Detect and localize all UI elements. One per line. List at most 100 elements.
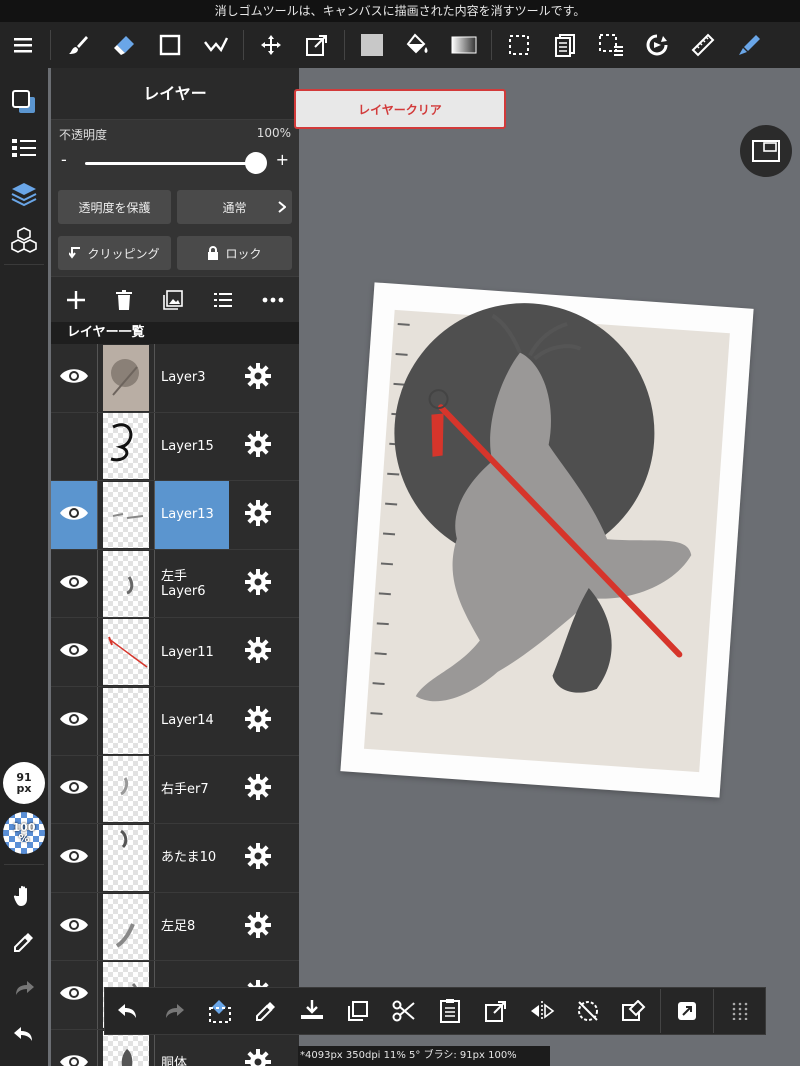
navigator-button[interactable] <box>740 125 792 177</box>
select-icon[interactable] <box>496 22 542 68</box>
visibility-toggle[interactable] <box>51 756 97 824</box>
layer-name[interactable]: 右手er7 <box>155 756 229 824</box>
materials-icon[interactable] <box>0 218 48 262</box>
delete-layer-icon[interactable] <box>115 289 133 310</box>
visibility-toggle[interactable] <box>51 481 97 549</box>
opacity-slider-knob[interactable] <box>245 152 267 174</box>
undo-icon[interactable] <box>105 988 151 1034</box>
layer-row[interactable]: Layer11 <box>51 618 299 687</box>
layer-name[interactable]: Layer14 <box>155 687 229 755</box>
layer-row[interactable]: Layer15 <box>51 412 299 482</box>
visibility-toggle[interactable] <box>51 618 97 686</box>
grid-menu-icon[interactable] <box>717 988 763 1034</box>
layer-name[interactable]: Layer15 <box>155 413 229 481</box>
eyedropper-icon[interactable] <box>243 988 289 1034</box>
layer-thumbnail-cell[interactable] <box>97 412 155 481</box>
add-layer-icon[interactable] <box>66 290 86 310</box>
visibility-toggle[interactable] <box>51 1030 97 1066</box>
layer-clear-button[interactable]: レイヤークリア <box>294 89 506 129</box>
layer-name[interactable]: Layer3 <box>155 344 229 412</box>
layer-thumbnail-cell[interactable] <box>97 481 155 549</box>
rotate-icon[interactable] <box>634 22 680 68</box>
visibility-toggle[interactable] <box>51 687 97 755</box>
undo-icon[interactable] <box>0 1012 48 1056</box>
flip-horizontal-icon[interactable] <box>519 988 565 1034</box>
layer-thumbnail-cell[interactable] <box>97 618 155 686</box>
transform-icon[interactable] <box>294 22 340 68</box>
ruler-icon[interactable] <box>680 22 726 68</box>
eyedropper-icon[interactable] <box>0 920 48 964</box>
layer-row[interactable]: あたま10 <box>51 824 299 893</box>
layer-row[interactable]: Layer3 <box>51 344 299 413</box>
protect-alpha-button[interactable]: 透明度を保護 <box>58 190 171 224</box>
clipping-button[interactable]: クリッピング <box>58 236 171 270</box>
eraser-icon[interactable] <box>101 22 147 68</box>
visibility-toggle[interactable] <box>51 413 97 481</box>
layer-thumbnail-cell[interactable] <box>97 549 155 618</box>
paste-icon[interactable] <box>427 988 473 1034</box>
duplicate-icon[interactable] <box>335 988 381 1034</box>
visibility-toggle[interactable] <box>51 961 97 1029</box>
redo-icon[interactable] <box>151 988 197 1034</box>
hand-icon[interactable] <box>0 874 48 918</box>
layer-settings-button[interactable] <box>229 687 287 755</box>
cut-icon[interactable] <box>381 988 427 1034</box>
layer-settings-button[interactable] <box>229 618 287 686</box>
correction-pen-icon[interactable] <box>193 22 239 68</box>
move-icon[interactable] <box>248 22 294 68</box>
shape-icon[interactable] <box>147 22 193 68</box>
layer-name[interactable]: Layer13 <box>155 481 229 549</box>
layer-settings-button[interactable] <box>229 550 287 618</box>
brush-size-indicator[interactable]: 91 px <box>3 762 45 804</box>
layer-thumbnail-cell[interactable] <box>97 686 155 755</box>
layer-thumbnail-cell[interactable] <box>97 755 155 824</box>
lock-button[interactable]: ロック <box>177 236 292 270</box>
layer-row[interactable]: 左足8 <box>51 892 299 962</box>
layer-list-icon[interactable] <box>213 291 233 309</box>
layer-settings-button[interactable] <box>229 413 287 481</box>
layer-thumbnail-cell[interactable] <box>97 892 155 961</box>
visibility-toggle[interactable] <box>51 344 97 412</box>
visibility-toggle[interactable] <box>51 824 97 892</box>
transform-icon[interactable] <box>473 988 519 1034</box>
add-image-layer-icon[interactable] <box>163 289 183 310</box>
clear-icon[interactable] <box>611 988 657 1034</box>
fill-color-icon[interactable] <box>349 22 395 68</box>
deselect-eraser-icon[interactable] <box>197 988 243 1034</box>
menu-icon[interactable] <box>0 22 46 68</box>
layer-name[interactable]: 左手 Layer6 <box>155 550 229 618</box>
opacity-decrease-button[interactable]: - <box>61 150 67 169</box>
layer-thumbnail-cell[interactable] <box>97 824 155 892</box>
canvas-artwork[interactable] <box>340 282 754 798</box>
layer-row[interactable]: 左手 Layer6 <box>51 549 299 619</box>
brush-list-icon[interactable] <box>0 126 48 170</box>
layer-row[interactable]: 右手er7 <box>51 755 299 825</box>
layer-name[interactable]: 胴体 <box>155 1030 229 1066</box>
layer-thumbnail-cell[interactable] <box>97 1029 155 1066</box>
layers-icon[interactable] <box>0 172 48 216</box>
layer-row[interactable]: Layer13 <box>51 481 299 550</box>
layer-name[interactable]: 左足8 <box>155 893 229 961</box>
opacity-increase-button[interactable]: + <box>276 150 289 169</box>
blend-mode-button[interactable]: 通常 <box>177 190 292 224</box>
selection-tool-icon[interactable] <box>588 22 634 68</box>
layer-thumbnail-cell[interactable] <box>97 344 155 412</box>
layer-settings-button[interactable] <box>229 1030 287 1066</box>
merge-down-icon[interactable] <box>289 988 335 1034</box>
reset-rotation-icon[interactable] <box>565 988 611 1034</box>
more-options-icon[interactable] <box>262 297 284 303</box>
open-external-icon[interactable] <box>664 988 710 1034</box>
brush-icon[interactable] <box>55 22 101 68</box>
fill-bucket-icon[interactable] <box>395 22 441 68</box>
layer-row[interactable]: 胴体 <box>51 1029 299 1066</box>
layer-settings-button[interactable] <box>229 824 287 892</box>
layer-settings-button[interactable] <box>229 344 287 412</box>
visibility-toggle[interactable] <box>51 550 97 618</box>
visibility-toggle[interactable] <box>51 893 97 961</box>
layer-settings-button[interactable] <box>229 481 287 549</box>
redo-icon[interactable] <box>0 966 48 1010</box>
color-icon[interactable] <box>0 80 48 124</box>
copy-paste-icon[interactable] <box>542 22 588 68</box>
gradient-icon[interactable] <box>441 22 487 68</box>
brush-opacity-indicator[interactable]: 100 % <box>3 812 45 854</box>
